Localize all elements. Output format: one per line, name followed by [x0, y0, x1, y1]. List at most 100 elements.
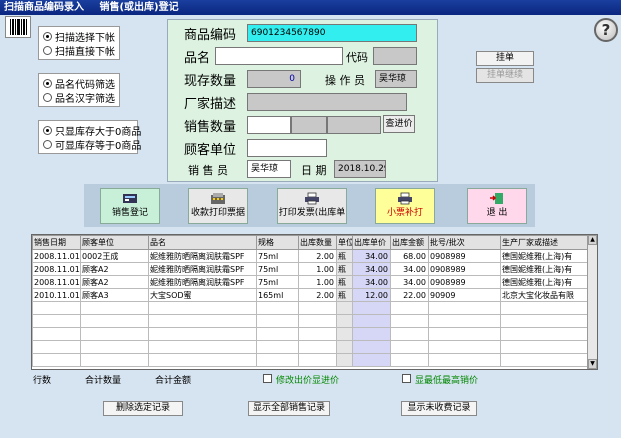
radio-stock-gt0[interactable]: 只显库存大于0商品: [43, 123, 141, 138]
table-cell[interactable]: 北京大宝化妆品有限: [500, 288, 590, 302]
table-cell[interactable]: 妮维雅防晒隔离润肤霜SPF: [148, 262, 257, 276]
table-cell[interactable]: 34.00: [390, 275, 429, 289]
print-receipt-button[interactable]: 收款打印票据: [188, 188, 248, 224]
table-cell[interactable]: [336, 327, 353, 341]
table-cell[interactable]: [256, 353, 299, 367]
table-cell[interactable]: 90909: [428, 288, 501, 302]
table-cell[interactable]: [336, 314, 353, 328]
table-cell[interactable]: [298, 327, 337, 341]
table-cell[interactable]: 75ml: [256, 249, 299, 263]
table-row[interactable]: 2010.11.01 顾客A3 大宝SOD蜜 165ml 2.00 瓶 12.00 22.00…: [32, 288, 590, 302]
col-header[interactable]: 规格: [256, 235, 299, 250]
table-cell[interactable]: [32, 301, 81, 315]
grid-vertical-scrollbar[interactable]: ▲ ▼: [587, 235, 597, 369]
table-cell[interactable]: [256, 340, 299, 354]
price-field[interactable]: [291, 116, 327, 134]
table-cell[interactable]: 顾客A2: [80, 262, 149, 276]
table-cell[interactable]: [500, 314, 590, 328]
table-cell[interactable]: 德国妮维雅(上海)有: [500, 262, 590, 276]
table-row[interactable]: [32, 340, 590, 354]
table-cell[interactable]: [80, 340, 149, 354]
barcode-input[interactable]: 6901234567890: [247, 24, 417, 42]
table-cell[interactable]: [500, 353, 590, 367]
table-cell[interactable]: [500, 340, 590, 354]
table-cell[interactable]: 瓶: [336, 262, 353, 276]
table-cell[interactable]: [256, 314, 299, 328]
scroll-down-icon[interactable]: ▼: [588, 359, 597, 369]
table-cell[interactable]: [390, 340, 429, 354]
table-cell[interactable]: 0908989: [428, 249, 501, 263]
col-header[interactable]: 品名: [148, 235, 257, 250]
table-cell[interactable]: 0908989: [428, 262, 501, 276]
table-cell[interactable]: [336, 353, 353, 367]
table-row[interactable]: [32, 353, 590, 367]
col-header[interactable]: 批号/批次: [428, 235, 501, 250]
table-cell[interactable]: 妮维雅防晒隔离润肤霜SPF: [148, 249, 257, 263]
table-cell[interactable]: 165ml: [256, 288, 299, 302]
table-cell[interactable]: [390, 353, 429, 367]
col-header[interactable]: 销售日期: [32, 235, 81, 250]
table-cell[interactable]: [80, 301, 149, 315]
show-all-records-button[interactable]: 显示全部销售记录: [248, 401, 330, 416]
table-cell[interactable]: 0002王成: [80, 249, 149, 263]
print-invoice-button[interactable]: 打印发票(出库单: [277, 188, 347, 224]
col-header[interactable]: 出库单价: [352, 235, 391, 250]
table-cell[interactable]: [352, 314, 391, 328]
table-cell[interactable]: [32, 314, 81, 328]
table-cell[interactable]: 75ml: [256, 275, 299, 289]
small-ticket-button[interactable]: 小票补打: [375, 188, 435, 224]
table-cell[interactable]: [298, 314, 337, 328]
table-cell[interactable]: 顾客A2: [80, 275, 149, 289]
col-header[interactable]: 顾客单位: [80, 235, 149, 250]
scroll-up-icon[interactable]: ▲: [588, 235, 597, 245]
col-header[interactable]: 生产厂家或描述: [500, 235, 590, 250]
table-cell[interactable]: 2008.11.01: [32, 275, 81, 289]
table-cell[interactable]: 德国妮维雅(上海)有: [500, 275, 590, 289]
table-cell[interactable]: 2010.11.01: [32, 288, 81, 302]
table-cell[interactable]: 34.00: [352, 262, 391, 276]
radio-scan-select[interactable]: 扫描选择下帐: [43, 29, 115, 44]
table-cell[interactable]: [256, 301, 299, 315]
table-cell[interactable]: [80, 314, 149, 328]
radio-filter-code[interactable]: 品名代码筛选: [43, 76, 115, 91]
table-cell[interactable]: [352, 340, 391, 354]
table-cell[interactable]: 75ml: [256, 262, 299, 276]
table-cell[interactable]: [390, 301, 429, 315]
radio-stock-eq0[interactable]: 可显库存等于0商品: [43, 137, 141, 152]
table-cell[interactable]: [428, 353, 501, 367]
table-row[interactable]: [32, 301, 590, 315]
col-header[interactable]: 单位: [336, 235, 353, 250]
table-cell[interactable]: [32, 327, 81, 341]
table-cell[interactable]: 2.00: [298, 288, 337, 302]
table-cell[interactable]: [352, 353, 391, 367]
table-cell[interactable]: [428, 327, 501, 341]
amount-field[interactable]: [327, 116, 381, 134]
table-cell[interactable]: [32, 340, 81, 354]
table-cell[interactable]: [428, 340, 501, 354]
date-value[interactable]: 2018.10.29: [334, 160, 386, 178]
table-cell[interactable]: 34.00: [390, 262, 429, 276]
radio-filter-chinese[interactable]: 品名汉字筛选: [43, 90, 115, 105]
table-row[interactable]: [32, 327, 590, 341]
table-cell[interactable]: 德国妮维雅(上海)有: [500, 249, 590, 263]
delete-record-button[interactable]: 删除选定记录: [103, 401, 183, 416]
table-cell[interactable]: 瓶: [336, 249, 353, 263]
table-cell[interactable]: 22.00: [390, 288, 429, 302]
table-cell[interactable]: [298, 301, 337, 315]
table-cell[interactable]: [148, 314, 257, 328]
table-cell[interactable]: [32, 353, 81, 367]
code-input[interactable]: [373, 47, 417, 65]
vendor-input[interactable]: [247, 93, 407, 111]
table-cell[interactable]: 瓶: [336, 275, 353, 289]
table-cell[interactable]: 2008.11.01: [32, 262, 81, 276]
salesperson-input[interactable]: 吴华琼: [247, 160, 291, 178]
table-cell[interactable]: [390, 314, 429, 328]
table-cell[interactable]: [148, 353, 257, 367]
table-cell[interactable]: 68.00: [390, 249, 429, 263]
table-cell[interactable]: [336, 340, 353, 354]
table-cell[interactable]: [500, 301, 590, 315]
hold-order-button[interactable]: 挂单: [476, 51, 534, 66]
table-cell[interactable]: [390, 327, 429, 341]
table-cell[interactable]: [256, 327, 299, 341]
help-icon[interactable]: ?: [594, 18, 618, 42]
